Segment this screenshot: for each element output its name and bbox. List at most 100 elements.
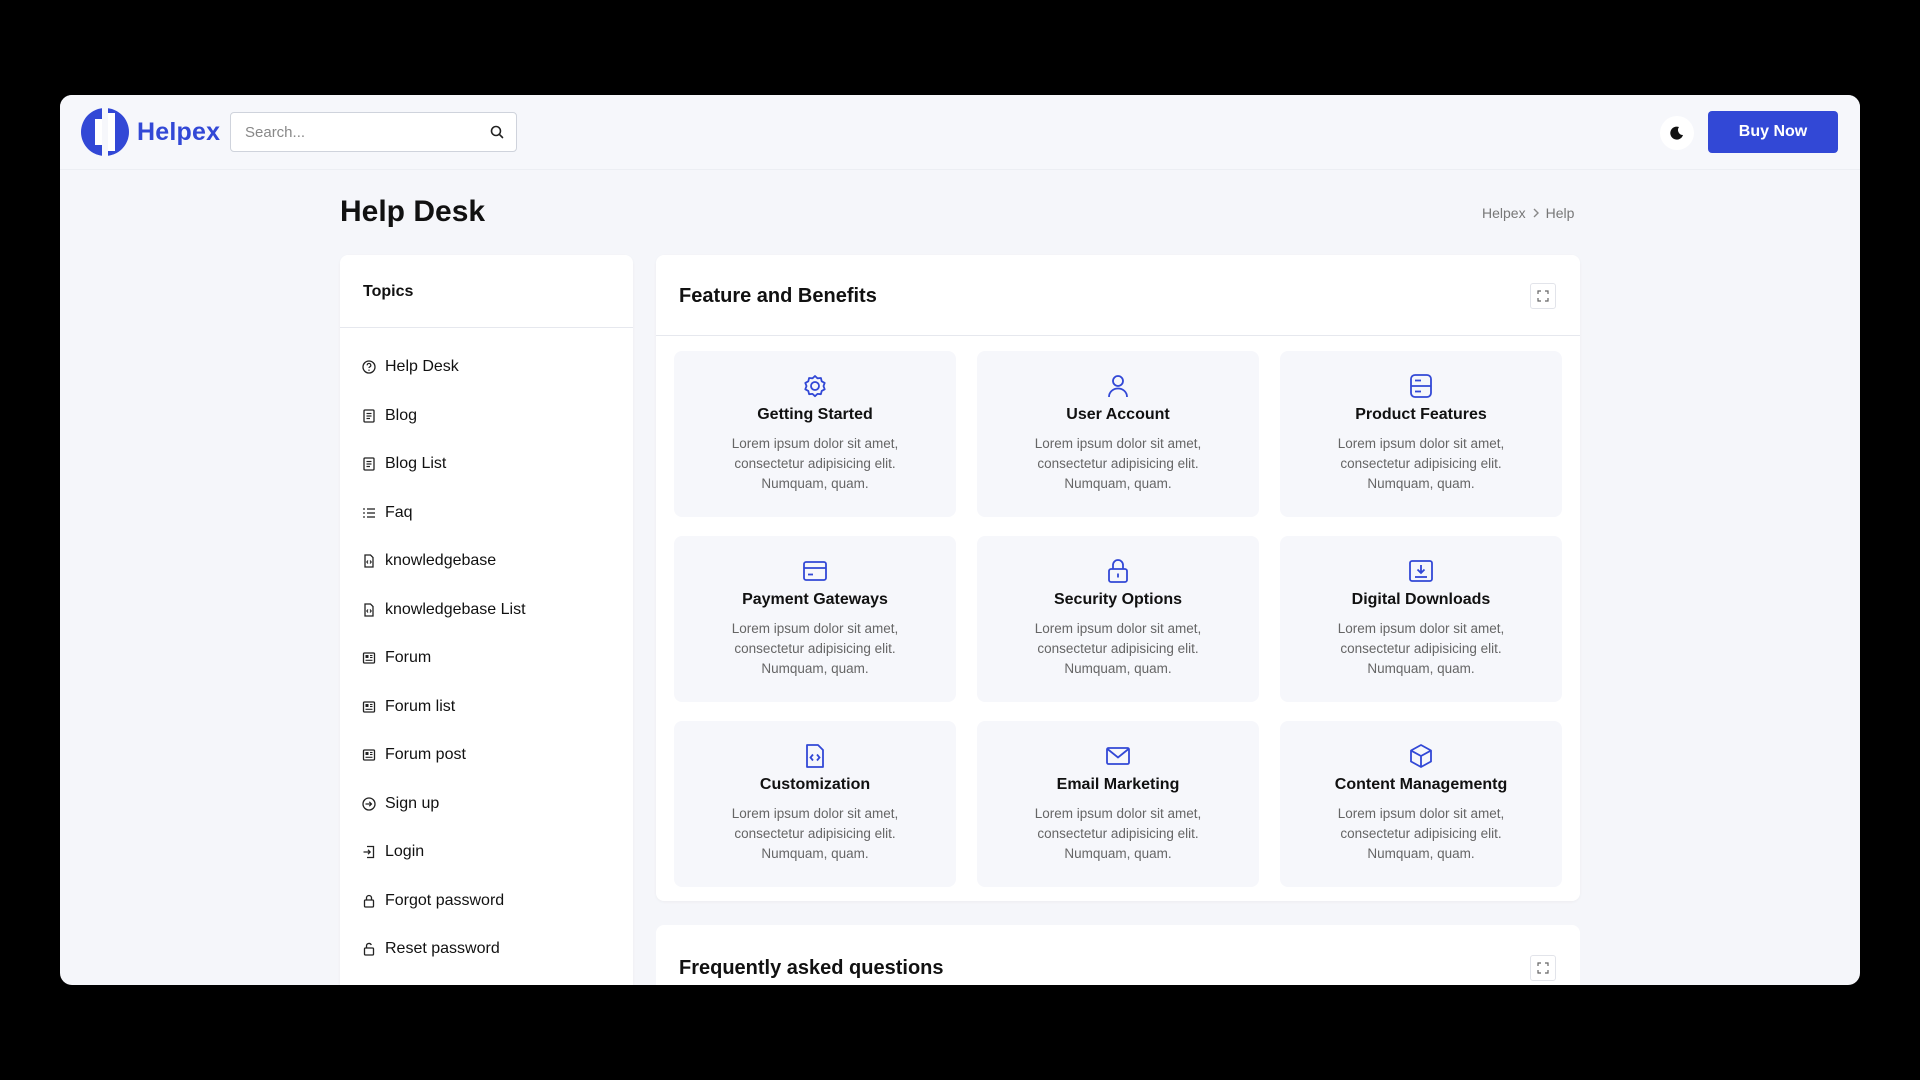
sidebar-item-label: Help Desk: [385, 358, 459, 376]
dark-mode-toggle[interactable]: [1660, 116, 1694, 150]
sidebar-item-login[interactable]: Login: [340, 828, 633, 877]
feature-title: Getting Started: [757, 406, 873, 423]
sidebar-item-label: Forgot password: [385, 891, 505, 909]
feature-description: Lorem ipsum dolor sit amet, consectetur …: [1337, 436, 1505, 491]
mail-icon: [977, 742, 1259, 770]
sidebar-item-label: Reset password: [385, 940, 500, 958]
breadcrumb-item-current: Help: [1545, 205, 1575, 221]
sidebar-item-forum[interactable]: Forum: [340, 634, 633, 683]
helpex-logo-icon: [81, 107, 129, 157]
sidebar-item-label: knowledgebase: [385, 552, 497, 570]
faq-title: Frequently asked questions: [679, 957, 944, 979]
document-icon: [361, 456, 377, 472]
top-navbar: Helpex Buy Now: [60, 95, 1860, 170]
feature-description: Lorem ipsum dolor sit amet, consectetur …: [1034, 621, 1202, 676]
expand-button[interactable]: [1530, 955, 1556, 981]
document-icon: [361, 408, 377, 424]
sidebar-title: Topics: [340, 255, 633, 328]
search-box: [230, 112, 517, 152]
sidebar-item-label: Blog: [385, 406, 418, 424]
feature-tile-content-management[interactable]: Content Managementg Lorem ipsum dolor si…: [1280, 721, 1562, 887]
sidebar-item-forum-list[interactable]: Forum list: [340, 683, 633, 732]
feature-description: Lorem ipsum dolor sit amet, consectetur …: [731, 806, 899, 861]
buy-now-button[interactable]: Buy Now: [1708, 111, 1838, 153]
feature-tile-getting-started[interactable]: Getting Started Lorem ipsum dolor sit am…: [674, 351, 956, 517]
server-icon: [1280, 372, 1562, 400]
feature-tile-payment-gateways[interactable]: Payment Gateways Lorem ipsum dolor sit a…: [674, 536, 956, 702]
newspaper-icon: [361, 747, 377, 763]
sidebar-item-label: Login: [385, 843, 425, 861]
feature-title: Product Features: [1355, 406, 1487, 423]
file-code-icon: [674, 742, 956, 770]
sidebar-item-label: Forum list: [385, 697, 456, 715]
topics-list: Help Desk Blog Blog List Faq knowledgeba…: [340, 328, 633, 974]
login-icon: [361, 844, 377, 860]
sidebar-item-blog[interactable]: Blog: [340, 392, 633, 441]
brand-logo[interactable]: Helpex: [81, 107, 220, 157]
sidebar-item-label: Blog List: [385, 455, 447, 473]
sidebar-item-label: knowledgebase List: [385, 600, 526, 618]
app-window: Helpex Buy Now Help Desk Helpex Help Top…: [60, 95, 1860, 985]
sidebar-item-blog-list[interactable]: Blog List: [340, 440, 633, 489]
sidebar-item-forum-post[interactable]: Forum post: [340, 731, 633, 780]
feature-tile-digital-downloads[interactable]: Digital Downloads Lorem ipsum dolor sit …: [1280, 536, 1562, 702]
search-icon[interactable]: [478, 113, 516, 151]
search-input[interactable]: [231, 113, 478, 151]
features-card-header: Feature and Benefits: [656, 255, 1580, 336]
sidebar-item-label: Faq: [385, 503, 413, 521]
sidebar-item-forgot-password[interactable]: Forgot password: [340, 877, 633, 926]
help-circle-icon: [361, 359, 377, 375]
feature-description: Lorem ipsum dolor sit amet, consectetur …: [1034, 436, 1202, 491]
chevron-right-icon: [1533, 208, 1539, 218]
lock-icon: [361, 893, 377, 909]
sidebar-item-faq[interactable]: Faq: [340, 489, 633, 538]
fullscreen-icon: [1537, 962, 1549, 974]
feature-tile-product-features[interactable]: Product Features Lorem ipsum dolor sit a…: [1280, 351, 1562, 517]
features-title: Feature and Benefits: [679, 285, 877, 307]
feature-title: Digital Downloads: [1351, 591, 1491, 608]
file-code-icon: [361, 602, 377, 618]
sidebar-item-knowledgebase[interactable]: knowledgebase: [340, 537, 633, 586]
feature-title: Security Options: [1053, 591, 1183, 608]
list-icon: [361, 505, 377, 521]
file-code-icon: [361, 553, 377, 569]
feature-title: User Account: [1066, 406, 1170, 423]
features-card: Feature and Benefits Getting Started Lor…: [656, 255, 1580, 901]
cube-icon: [1280, 742, 1562, 770]
feature-title: Content Managementg: [1334, 776, 1508, 793]
unlock-icon: [361, 941, 377, 957]
credit-card-icon: [674, 557, 956, 585]
lock-icon: [977, 557, 1259, 585]
sidebar-item-label: Sign up: [385, 794, 440, 812]
page-title: Help Desk: [340, 195, 486, 228]
sidebar-item-label: Forum post: [385, 746, 466, 764]
breadcrumb-item-home[interactable]: Helpex: [1482, 205, 1526, 221]
newspaper-icon: [361, 699, 377, 715]
fullscreen-icon: [1537, 290, 1549, 302]
feature-tile-email-marketing[interactable]: Email Marketing Lorem ipsum dolor sit am…: [977, 721, 1259, 887]
feature-description: Lorem ipsum dolor sit amet, consectetur …: [731, 436, 899, 491]
sign-in-icon: [361, 796, 377, 812]
feature-description: Lorem ipsum dolor sit amet, consectetur …: [731, 621, 899, 676]
feature-grid: Getting Started Lorem ipsum dolor sit am…: [674, 351, 1562, 887]
download-box-icon: [1280, 557, 1562, 585]
feature-description: Lorem ipsum dolor sit amet, consectetur …: [1337, 806, 1505, 861]
sidebar-item-reset-password[interactable]: Reset password: [340, 925, 633, 974]
feature-description: Lorem ipsum dolor sit amet, consectetur …: [1034, 806, 1202, 861]
expand-button[interactable]: [1530, 283, 1556, 309]
feature-title: Email Marketing: [1056, 776, 1180, 793]
brand-name: Helpex: [137, 117, 221, 146]
feature-tile-user-account[interactable]: User Account Lorem ipsum dolor sit amet,…: [977, 351, 1259, 517]
feature-title: Payment Gateways: [742, 591, 888, 608]
feature-tile-security-options[interactable]: Security Options Lorem ipsum dolor sit a…: [977, 536, 1259, 702]
feature-title: Customization: [759, 776, 871, 793]
user-icon: [977, 372, 1259, 400]
feature-description: Lorem ipsum dolor sit amet, consectetur …: [1337, 621, 1505, 676]
newspaper-icon: [361, 650, 377, 666]
sidebar-item-knowledgebase-list[interactable]: knowledgebase List: [340, 586, 633, 635]
gear-icon: [674, 372, 956, 400]
faq-card: Frequently asked questions: [656, 925, 1580, 985]
sidebar-item-sign-up[interactable]: Sign up: [340, 780, 633, 829]
sidebar-item-help-desk[interactable]: Help Desk: [340, 343, 633, 392]
feature-tile-customization[interactable]: Customization Lorem ipsum dolor sit amet…: [674, 721, 956, 887]
